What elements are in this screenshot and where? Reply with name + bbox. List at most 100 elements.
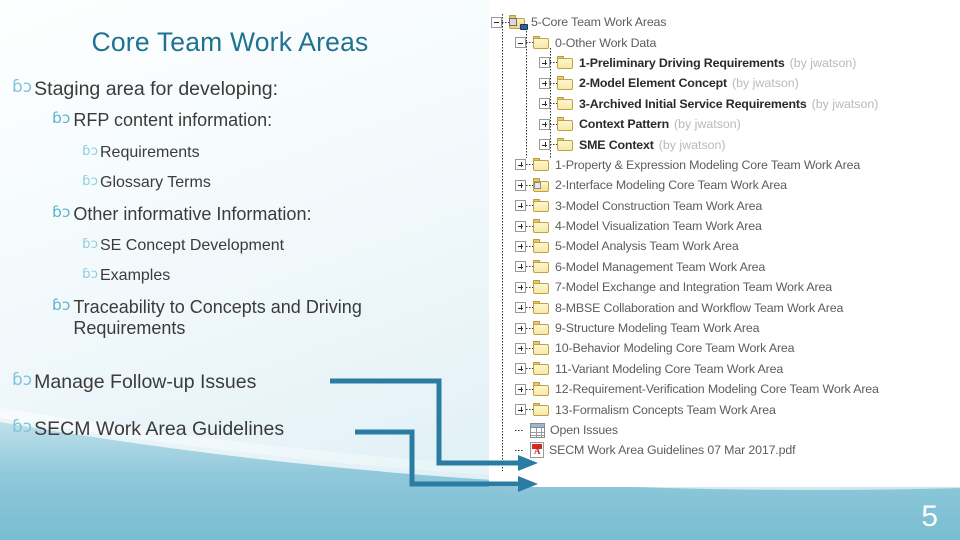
folder-icon [533, 300, 550, 315]
tree-row[interactable]: 3-Model Construction Team Work Area [489, 196, 960, 216]
tree-row[interactable]: 8-MBSE Collaboration and Workflow Team W… [489, 297, 960, 317]
outline-item-label: Examples [100, 267, 171, 284]
tree-expand-icon[interactable] [515, 404, 526, 416]
folder-icon [533, 361, 550, 376]
tree-row-list: 5-Core Team Work Areas 0-Other Work Data 1… [489, 12, 960, 461]
page-title: Core Team Work Areas [91, 27, 369, 57]
explorer-tree-panel[interactable]: 5-Core Team Work Areas 0-Other Work Data 1… [489, 0, 960, 487]
tree-row[interactable]: 1-Preliminary Driving Requirements (by jw… [489, 53, 960, 73]
outline-item-label: Other informative Information: [73, 204, 312, 224]
floral-bullet-icon: ɓↄ [82, 173, 98, 189]
tree-collapse-icon[interactable] [515, 37, 526, 49]
tree-connector-dash [550, 62, 557, 64]
outline-item-label: SE Concept Development [100, 237, 285, 254]
tree-row-label: 10-Behavior Modeling Core Team Work Area [555, 341, 795, 356]
tree-connector-dash [526, 388, 533, 390]
folder-icon [533, 321, 550, 335]
tree-row-label: 5-Core Team Work Areas [531, 15, 667, 30]
folder-icon [533, 239, 550, 253]
folder-icon [557, 137, 574, 152]
tree-connector-dash [550, 103, 557, 105]
outline-item-label: SECM Work Area Guidelines [34, 418, 285, 440]
tree-connector-dash [526, 164, 533, 166]
floral-bullet-icon: ɓↄ [52, 109, 71, 127]
tree-expand-icon[interactable] [539, 77, 550, 89]
folder-icon [533, 259, 550, 274]
slide-canvas: Core Team Work Areas ɓↄ Staging area for… [0, 0, 960, 540]
tree-expand-icon[interactable] [515, 383, 526, 395]
tree-row[interactable]: 0-Other Work Data [489, 32, 960, 52]
tree-row[interactable]: Context Pattern (by jwatson) [489, 114, 960, 134]
outline-item-1: ɓↄ RFP content information: [52, 110, 452, 131]
tree-expand-icon[interactable] [515, 220, 526, 232]
tree-row[interactable]: 5-Core Team Work Areas [489, 12, 960, 32]
tree-expand-icon[interactable] [515, 302, 526, 314]
tree-row-label: 13-Formalism Concepts Team Work Area [555, 402, 776, 417]
page-number: 5 [921, 500, 938, 533]
tree-row[interactable]: 3-Archived Initial Service Requirements (… [489, 94, 960, 114]
tree-expand-icon[interactable] [539, 98, 550, 110]
tree-connector-dash [526, 307, 533, 309]
folder-icon [533, 280, 550, 294]
tree-row[interactable]: 2-Model Element Concept (by jwatson) [489, 73, 960, 93]
tree-row-owner: (by jwatson) [811, 96, 879, 111]
floral-bullet-icon: ɓↄ [82, 143, 98, 159]
folder-icon [533, 35, 550, 50]
tree-expand-icon[interactable] [539, 118, 550, 130]
tree-connector-dash [526, 368, 533, 370]
tree-row[interactable]: 9-Structure Modeling Team Work Area [489, 318, 960, 338]
tree-collapse-icon[interactable] [491, 16, 502, 28]
tree-expand-icon[interactable] [515, 159, 526, 171]
tree-row[interactable]: 13-Formalism Concepts Team Work Area [489, 399, 960, 419]
tree-connector-dash [526, 286, 533, 288]
folder-icon [557, 55, 574, 70]
tree-row[interactable]: 12-Requirement-Verification Modeling Cor… [489, 379, 960, 399]
tree-row[interactable]: 10-Behavior Modeling Core Team Work Area [489, 338, 960, 358]
tree-connector-dash [502, 21, 509, 23]
tree-row-label: 3-Model Construction Team Work Area [555, 198, 763, 213]
outline-item-7: ɓↄ Traceability to Concepts and Driving … [52, 297, 444, 339]
tree-row[interactable]: A SECM Work Area Guidelines 07 Mar 2017.p… [489, 440, 960, 460]
tree-row-label: 7-Model Exchange and Integration Team Wo… [555, 280, 832, 295]
tree-row-label: 5-Model Analysis Team Work Area [555, 239, 739, 254]
tree-expand-icon[interactable] [515, 281, 526, 293]
tree-expand-icon[interactable] [515, 342, 526, 354]
tree-row[interactable]: 1-Property & Expression Modeling Core Te… [489, 155, 960, 175]
folder-icon [557, 76, 574, 90]
tree-connector-dash [526, 205, 533, 207]
tree-expand-icon[interactable] [539, 57, 550, 69]
tree-row[interactable]: 4-Model Visualization Team Work Area [489, 216, 960, 236]
tree-row[interactable]: 11-Variant Modeling Core Team Work Area [489, 359, 960, 379]
tree-expand-icon[interactable] [515, 200, 526, 212]
folder-root-icon [509, 15, 528, 31]
tree-connector-dash [526, 266, 533, 268]
tree-expand-icon[interactable] [515, 179, 526, 191]
tree-connector-dash [526, 347, 533, 349]
tree-connector-dash [526, 409, 533, 411]
floral-bullet-icon: ɓↄ [12, 77, 33, 97]
tree-row[interactable]: 7-Model Exchange and Integration Team Wo… [489, 277, 960, 297]
tree-connector-dash [526, 225, 533, 227]
tree-expand-icon[interactable] [515, 261, 526, 273]
tree-row-label: 11-Variant Modeling Core Team Work Area [555, 361, 784, 376]
tree-expand-icon[interactable] [515, 363, 526, 375]
tree-row[interactable]: SME Context (by jwatson) [489, 134, 960, 154]
pdf-file-icon: A [530, 442, 544, 459]
tree-leaf-connector [515, 449, 524, 451]
tree-row-owner: (by jwatson) [674, 117, 741, 132]
tree-expand-icon[interactable] [515, 322, 526, 334]
outline-item-label: Glossary Terms [100, 174, 211, 191]
tree-row[interactable]: 5-Model Analysis Team Work Area [489, 236, 960, 256]
tree-row-label: SME Context [579, 137, 654, 152]
tree-row[interactable]: 6-Model Management Team Work Area [489, 257, 960, 277]
tree-expand-icon[interactable] [539, 139, 550, 151]
folder-icon [557, 117, 574, 131]
outline-item-label: RFP content information: [73, 110, 273, 130]
tree-row[interactable]: 2-Interface Modeling Core Team Work Area [489, 175, 960, 195]
tree-expand-icon[interactable] [515, 240, 526, 252]
floral-bullet-icon: ɓↄ [52, 203, 71, 221]
folder-icon [533, 341, 550, 355]
tree-row[interactable]: Open Issues [489, 420, 960, 440]
outline-item-label: Manage Follow-up Issues [34, 371, 257, 393]
tree-row-label: Context Pattern [579, 117, 670, 132]
